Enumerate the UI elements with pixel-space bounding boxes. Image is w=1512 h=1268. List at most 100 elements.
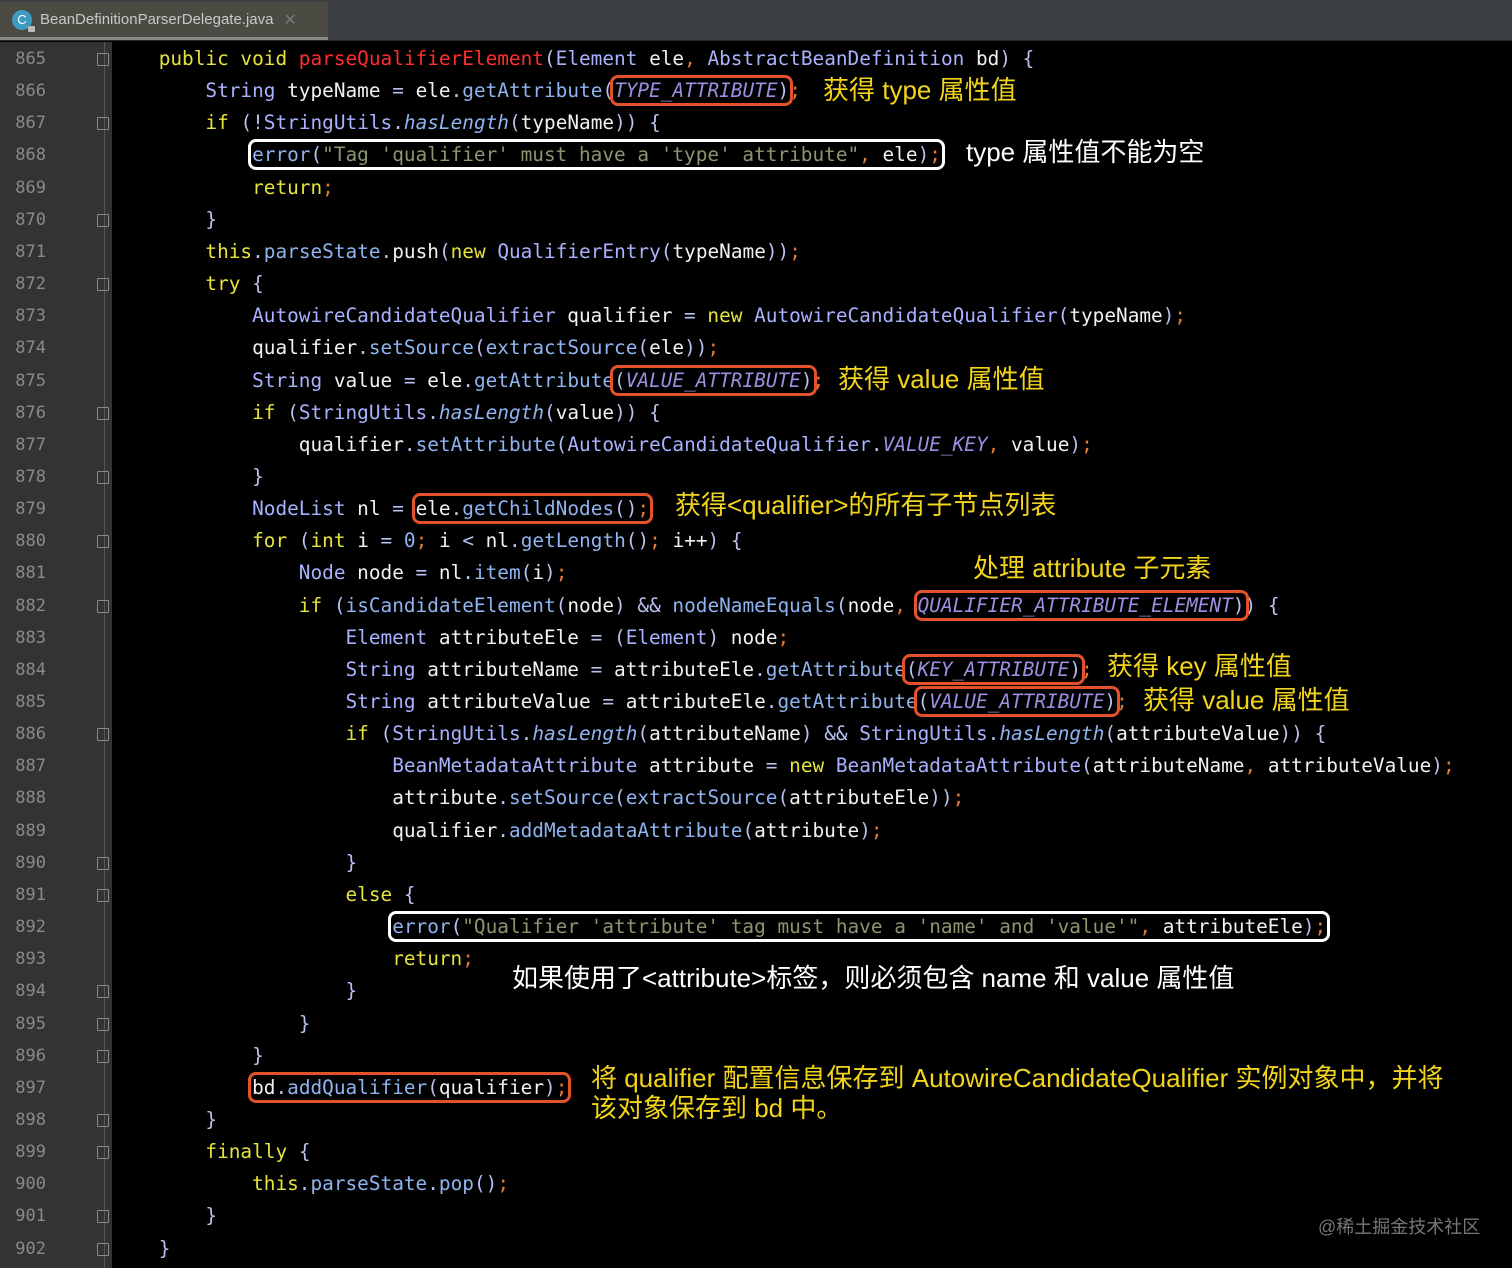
fold-marker-icon[interactable] [97,599,109,613]
watermark: @稀土掘金技术社区 [1318,1217,1481,1237]
code-line[interactable]: NodeList nl = ele.getChildNodes(); [112,493,654,525]
code-line[interactable]: bd.addQualifier(qualifier); [112,1071,572,1104]
code-line[interactable]: String attributeName = attributeEle.getA… [112,653,1093,686]
code-token: ; [637,497,650,521]
code-token: ; [1314,915,1327,939]
code-token: )) { [1279,722,1327,746]
code-line[interactable]: public void parseQualifierElement(Elemen… [112,43,1035,75]
code-line[interactable]: qualifier.setAttribute(AutowireCandidate… [112,429,1093,461]
code-token: pop [438,1172,474,1196]
code-line[interactable]: } [112,1040,264,1072]
code-token: (! [240,111,264,135]
annotation-get-attr-value: 获得 value 属性值 [1143,685,1350,715]
code-line[interactable]: finally { [112,1136,310,1168]
code-line[interactable]: attribute.setSource(extractSource(attrib… [112,782,964,814]
code-line[interactable]: error("Tag 'qualifier' must have a 'type… [112,139,945,171]
code-line[interactable]: this.parseState.push(new QualifierEntry(… [112,236,801,268]
code-token: VALUE_ATTRIBUTE [929,690,1105,713]
code-line[interactable]: error("Qualifier 'attribute' tag must ha… [112,911,1331,943]
code-line[interactable]: if (!StringUtils.hasLength(typeName)) { [112,107,660,139]
code-token: int [310,529,346,553]
code-line[interactable]: qualifier.setSource(extractSource(ele)); [112,332,719,364]
code-token: = [403,368,428,392]
code-token: ; [789,239,801,263]
code-token: nodeNameEquals [672,593,836,617]
code-token: ( [544,400,556,424]
fold-marker-icon[interactable] [97,985,109,999]
line-number: 894 [15,981,46,1002]
code-token: ( [614,368,626,392]
fold-marker-icon[interactable] [97,213,109,227]
code-token: ( [333,593,346,617]
code-token: ele [415,79,451,103]
code-line[interactable]: else { [112,879,415,911]
code-token: ; [462,947,474,971]
code-token: AutowireCandidateQualifier [252,304,556,328]
fold-marker-icon[interactable] [97,1242,109,1256]
code-line[interactable]: String typeName = ele.getAttribute(TYPE_… [112,75,801,107]
fold-marker-icon[interactable] [97,728,109,742]
fold-marker-icon[interactable] [97,888,109,902]
code-token: getLength [520,529,626,553]
code-token: ( [660,239,673,263]
highlight-box-white: error("Tag 'qualifier' must have a 'type… [248,139,945,171]
code-line[interactable]: } [112,975,357,1007]
code-line[interactable]: try { [112,268,263,300]
code-line[interactable]: for (int i = 0; i < nl.getLength(); i++)… [112,525,742,557]
code-line[interactable]: String attributeValue = attributeEle.get… [112,686,1128,718]
line-number: 879 [15,499,46,520]
fold-marker-icon[interactable] [97,1049,109,1063]
code-line[interactable]: } [112,1200,217,1232]
code-line[interactable]: } [112,1104,217,1136]
line-number: 889 [15,820,46,841]
fold-marker-icon[interactable] [97,278,109,292]
code-line[interactable]: } [112,847,357,879]
code-line[interactable]: if (StringUtils.hasLength(value)) { [112,397,661,429]
code-token: setSource [508,786,615,810]
code-line[interactable]: } [112,1233,171,1265]
code-token: for [252,529,299,553]
code-token: ; [322,175,334,199]
code-line[interactable]: this.parseState.pop(); [112,1168,509,1200]
code-line[interactable]: AutowireCandidateQualifier qualifier = n… [112,300,1186,332]
fold-marker-icon[interactable] [97,53,109,66]
code-token: ) [1162,304,1175,328]
close-icon[interactable]: ✕ [283,10,296,30]
fold-marker-icon[interactable] [97,470,109,484]
code-line[interactable]: BeanMetadataAttribute attribute = new Be… [112,750,1454,782]
code-token: , [894,593,918,617]
line-number: 872 [15,274,46,295]
fold-marker-icon[interactable] [97,406,109,420]
code-token: TYPE_ATTRIBUTE [614,79,778,103]
code-token: ) [859,818,871,842]
code-line[interactable]: if (StringUtils.hasLength(attributeName)… [112,718,1326,750]
code-line[interactable]: if (isCandidateElement(node) && nodeName… [112,589,1280,622]
code-line[interactable]: Element attributeEle = (Element) node; [112,622,789,654]
code-line[interactable]: Node node = nl.item(i); [112,557,568,589]
code-line[interactable]: return; [112,172,334,204]
code-line[interactable]: qualifier.addMetadataAttribute(attribute… [112,815,882,847]
code-line[interactable]: return; [112,943,474,975]
code-token: ; [649,529,661,553]
fold-marker-icon[interactable] [97,856,109,870]
fold-marker-icon[interactable] [97,1146,109,1160]
fold-marker-icon[interactable] [97,1113,109,1127]
code-line[interactable]: } [112,204,217,236]
fold-marker-icon[interactable] [97,1210,109,1224]
code-token: Element [625,625,708,649]
fold-marker-icon[interactable] [97,117,109,131]
code-token: ele [649,336,685,360]
code-line[interactable]: } [112,461,264,493]
code-token: ( [520,561,533,585]
fold-marker-icon[interactable] [97,1017,109,1031]
fold-marker-icon[interactable] [97,535,109,549]
tab-bean-definition-parser-delegate[interactable]: C BeanDefinitionParserDelegate.java ✕ [0,2,328,40]
code-line[interactable]: } [112,1008,311,1040]
code-line[interactable]: String value = ele.getAttribute(VALUE_AT… [112,364,824,397]
